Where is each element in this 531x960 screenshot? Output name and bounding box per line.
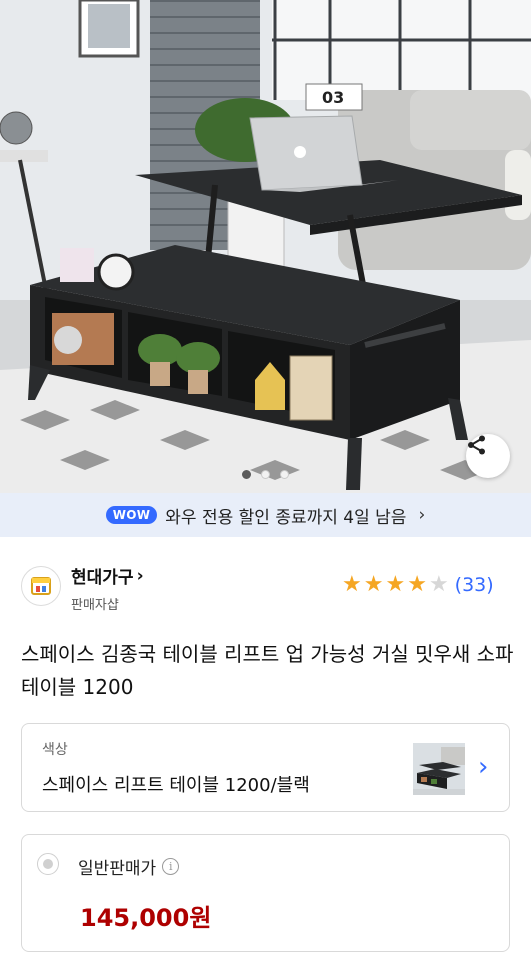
option-label: 색상 — [42, 742, 68, 758]
price-label-row: 일반판매가 i — [78, 854, 180, 879]
price-value: 145,000원 — [80, 904, 212, 932]
star-filled-icon: ★ — [342, 572, 362, 597]
product-image-carousel[interactable]: 03 — [0, 0, 531, 493]
review-count[interactable]: (33) — [455, 574, 494, 596]
wow-banner-text: 와우 전용 할인 종료까지 4일 남음 — [165, 507, 407, 528]
seller-shop-label: 판매자샵 — [71, 598, 119, 613]
carousel-dot[interactable] — [242, 470, 251, 479]
seller-name-link[interactable]: 현대가구 › — [71, 563, 144, 589]
star-filled-icon: ★ — [363, 572, 384, 597]
chevron-right-icon: › — [478, 752, 489, 782]
seller-logo[interactable] — [21, 566, 61, 606]
wow-badge: WOW — [105, 506, 158, 524]
option-thumbnail-image — [413, 743, 465, 795]
chevron-right-icon: › — [136, 565, 144, 586]
carousel-indicator — [0, 470, 531, 479]
star-filled-icon: ★ — [407, 572, 427, 597]
star-filled-icon: ★ — [385, 572, 406, 597]
share-icon — [468, 435, 485, 455]
seller-name: 현대가구 — [71, 568, 134, 588]
chevron-right-icon: › — [418, 505, 426, 525]
product-title: 스페이스 김종국 테이블 리프트 업 가능성 거실 밋우새 소파 테이블 120… — [21, 642, 514, 699]
carousel-dot[interactable] — [280, 470, 289, 479]
product-photo: 03 — [0, 0, 531, 493]
option-selector[interactable]: 색상 스페이스 리프트 테이블 1200/블랙 › — [21, 723, 510, 812]
option-thumbnail — [413, 743, 465, 795]
price-radio[interactable] — [37, 853, 59, 875]
wow-discount-banner[interactable]: WOW 와우 전용 할인 종료까지 4일 남음 › — [0, 493, 531, 537]
radio-dot — [43, 859, 53, 869]
option-value: 스페이스 리프트 테이블 1200/블랙 — [42, 775, 310, 796]
calendar-text: 03 — [322, 88, 344, 107]
rating[interactable]: ★ ★ ★ ★ ★ (33) — [342, 572, 494, 597]
carousel-dot[interactable] — [261, 470, 270, 479]
info-icon[interactable]: i — [162, 858, 180, 875]
price-option-card[interactable]: 일반판매가 i 145,000원 — [21, 834, 510, 952]
star-empty-icon: ★ — [428, 572, 449, 597]
share-button[interactable] — [466, 434, 510, 478]
price-label: 일반판매가 — [78, 859, 157, 879]
store-icon — [31, 577, 51, 595]
